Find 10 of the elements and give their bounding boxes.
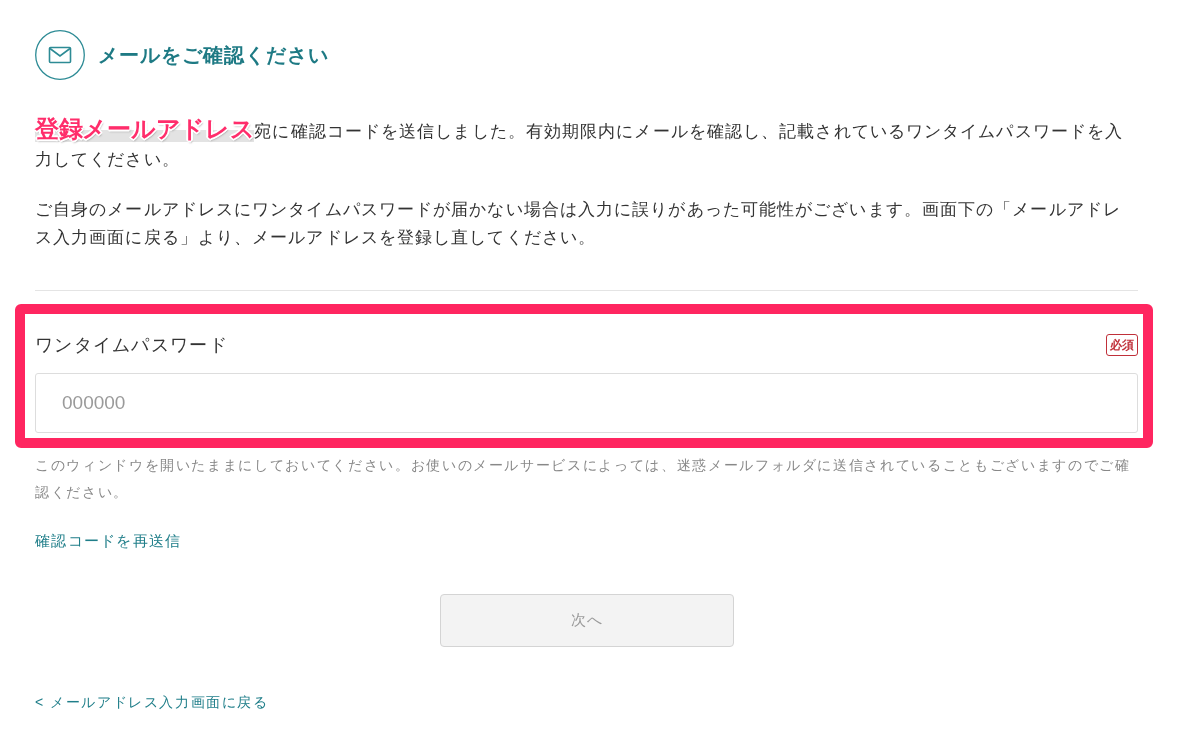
paragraph: ご自身のメールアドレスにワンタイムパスワードが届かない場合は入力に誤りがあった可能性がございます。画面下の「メールアドレス入力画面に戻る」より、メールアドレスを登録し直してください。 xyxy=(35,199,1122,249)
page-title: メールをご確認ください xyxy=(98,43,329,68)
paragraph: 登録メールアドレス宛に確認コードを送信しました。有効期限内にメールを確認し、記載されているワンタイムパスワードを入力してください。 xyxy=(35,118,1125,171)
help-text: このウィンドウを開いたままにしておいてください。お使いのメールサービスによっては、迷惑メールフォルダに送信されていることもございますのでご確認ください。 xyxy=(35,456,1132,502)
required-tag: 必須 xyxy=(1106,334,1138,356)
envelope-icon xyxy=(35,30,85,80)
back-link[interactable]: < メールアドレス入力画面に戻る xyxy=(35,694,269,710)
input-field[interactable]: 000000 xyxy=(35,373,1138,433)
field-label: ワンタイムパスワード xyxy=(35,334,228,357)
resend-link[interactable]: 確認コードを再送信 xyxy=(35,532,182,549)
